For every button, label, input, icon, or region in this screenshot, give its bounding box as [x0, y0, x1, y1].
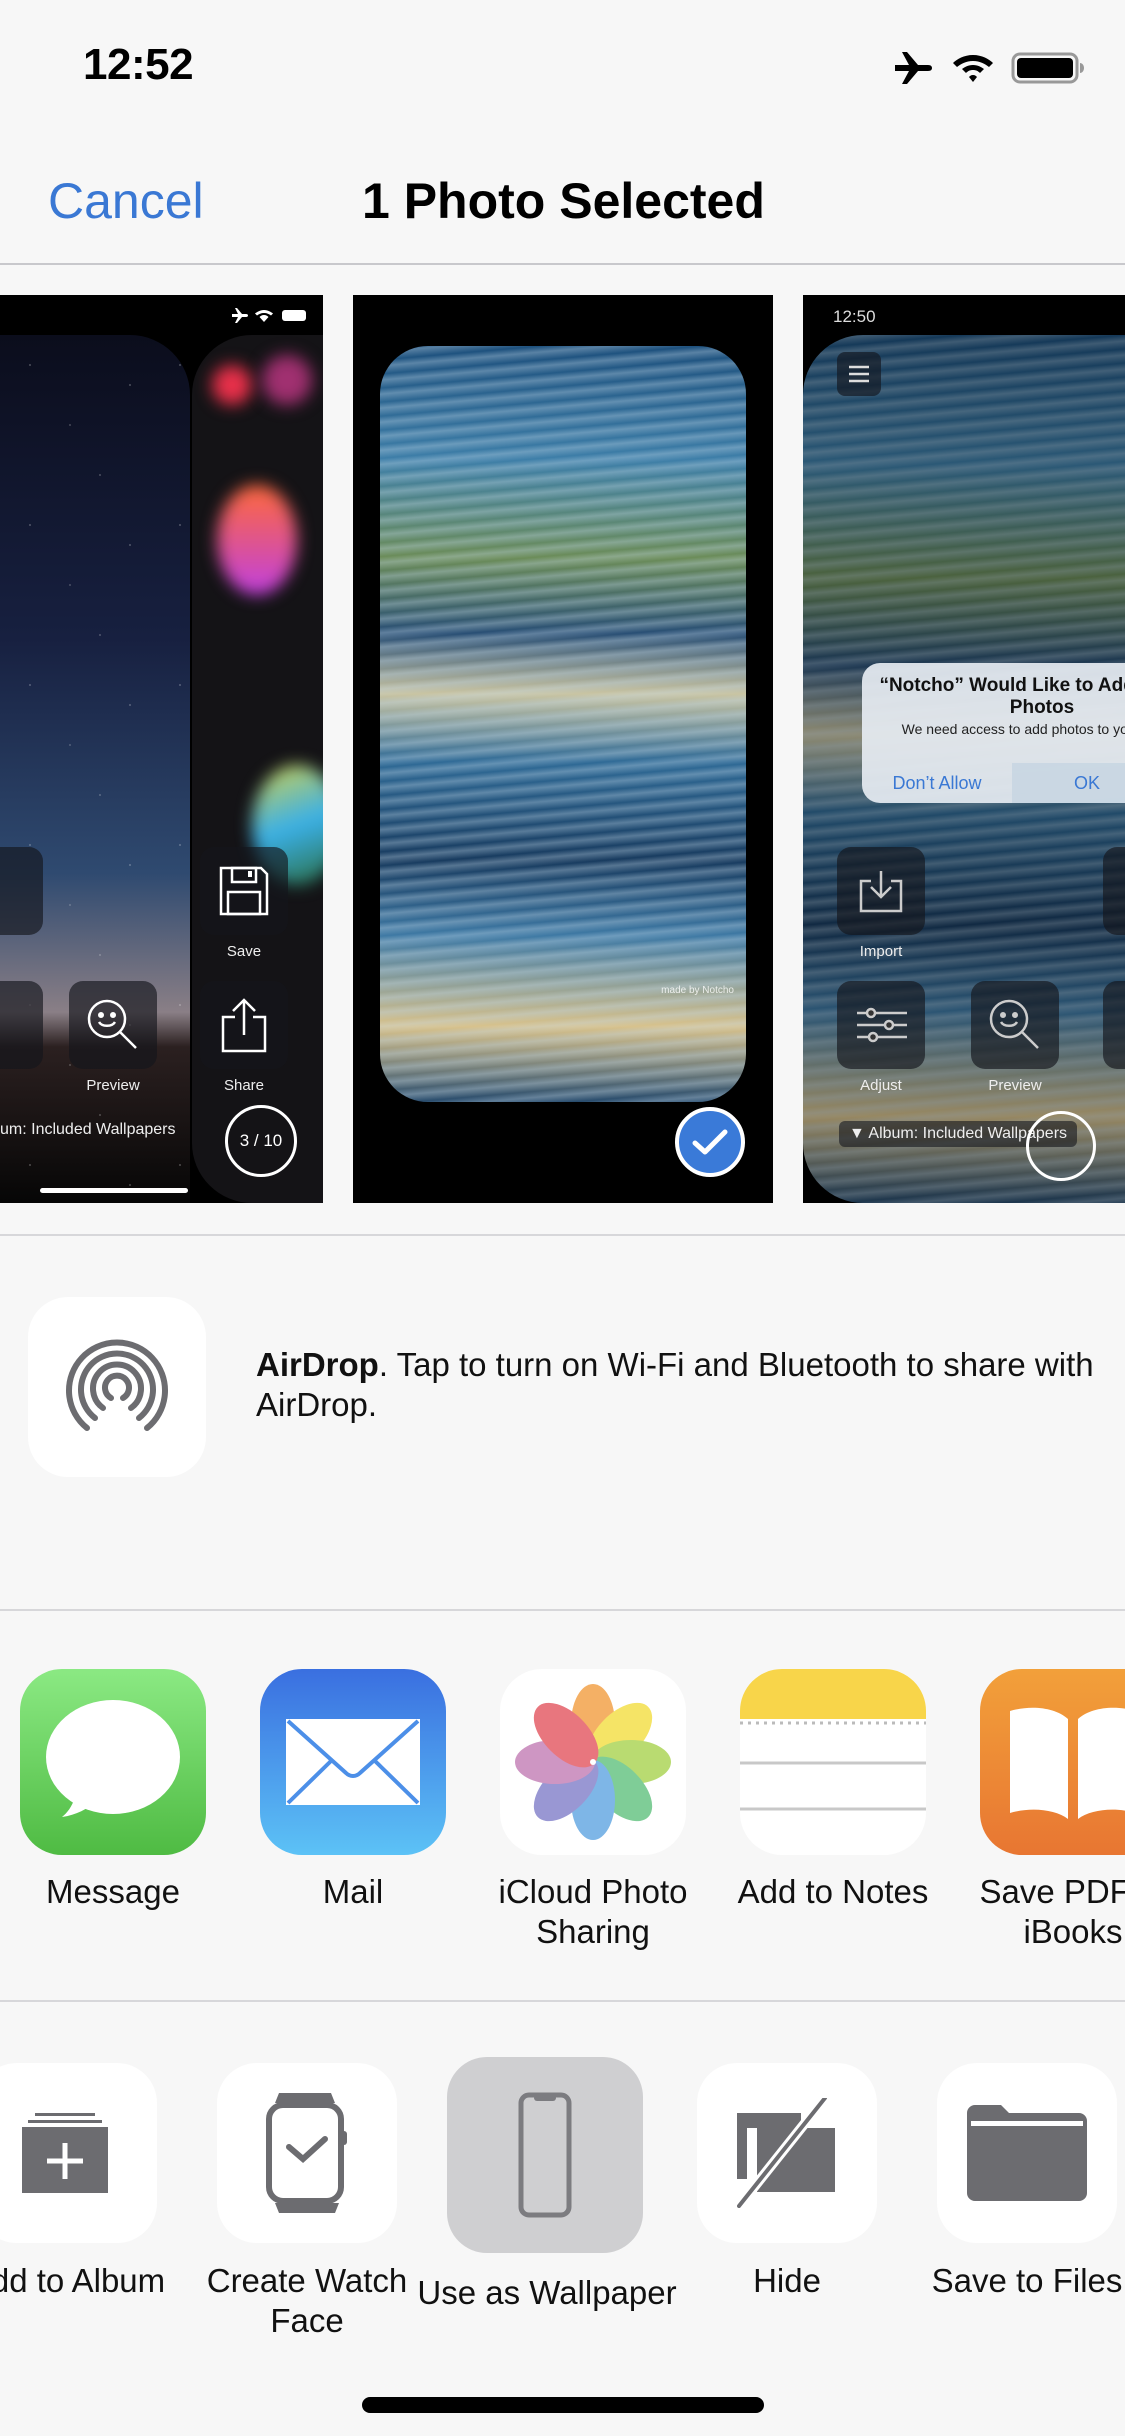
overlay-button — [0, 981, 43, 1069]
overlay-label: Import — [859, 943, 903, 960]
overlay-label: Preview — [988, 1077, 1042, 1094]
watch-icon — [266, 2093, 347, 2213]
preview-overlay-button — [69, 981, 157, 1069]
watch-tile — [217, 2063, 397, 2243]
overlay-button — [1103, 981, 1125, 1069]
action-label: Save to Files — [931, 2262, 1123, 2299]
divider — [0, 2000, 1125, 2002]
overlay-button — [1103, 847, 1125, 935]
wifi-icon — [951, 51, 995, 85]
share-app-label: Save PDF to iBooks — [979, 1873, 1125, 1950]
action-label: Add to Album — [0, 2262, 166, 2299]
action-label: Use as Wallpaper — [417, 2274, 677, 2311]
messages-icon — [20, 1669, 206, 1855]
cancel-button[interactable]: Cancel — [48, 172, 204, 230]
dont-allow-button: Don’t Allow — [892, 772, 982, 793]
photo-thumbnail-selected[interactable]: made by Notcho — [353, 295, 773, 1203]
selected-checkmark[interactable] — [675, 1107, 745, 1177]
share-app-label: Mail — [322, 1873, 384, 1910]
hide-tile — [697, 2063, 877, 2243]
import-icon — [859, 871, 903, 913]
share-app-label: Message — [46, 1873, 180, 1910]
sliders-icon — [857, 1007, 907, 1043]
photo-counter-ring — [1026, 1111, 1096, 1181]
airdrop-section[interactable]: AirDrop. Tap to turn on Wi-Fi and Blueto… — [0, 1237, 1125, 1609]
airdrop-button[interactable] — [28, 1297, 206, 1477]
share-actions-row[interactable]: Add to Album Create Watch Face Use as Wa… — [0, 2003, 1125, 2383]
home-indicator[interactable] — [362, 2397, 764, 2413]
action-label: Create Watch Face — [206, 2262, 408, 2339]
share-overlay-button — [200, 981, 288, 1069]
divider — [0, 1234, 1125, 1236]
menu-icon — [837, 352, 881, 396]
divider — [0, 1609, 1125, 1611]
overlay-label: Preview — [86, 1077, 140, 1094]
phone-icon — [518, 2092, 572, 2218]
airdrop-description: AirDrop. Tap to turn on Wi-Fi and Blueto… — [256, 1345, 1096, 1425]
bokeh-image — [192, 335, 323, 1203]
album-label: um: Included Wallpapers — [0, 1121, 176, 1138]
mini-status-time: 12:50 — [833, 307, 876, 326]
floppy-disk-icon — [219, 866, 269, 916]
photo-thumbnail[interactable]: 12:50 “Notcho” Would Like to Add to your… — [803, 295, 1125, 1203]
photos-icon — [500, 1669, 686, 1855]
photo-thumbnail[interactable]: Preview Save Share um: Included Wallpape… — [0, 295, 323, 1203]
share-apps-row[interactable]: Message Mail iCloud Photo Sharing Add to… — [0, 1612, 1125, 2000]
airdrop-message: . Tap to turn on Wi-Fi and Bluetooth to … — [256, 1346, 1094, 1423]
photo-strip[interactable]: Preview Save Share um: Included Wallpape… — [0, 266, 1125, 1234]
preview-icon — [87, 999, 137, 1049]
overlay-button — [0, 847, 43, 935]
preview-icon — [989, 999, 1039, 1049]
import-overlay-button — [837, 847, 925, 935]
permission-dialog: “Notcho” Would Like to Add to your Photo… — [862, 663, 1125, 803]
ibooks-icon — [980, 1669, 1125, 1855]
share-app-label: iCloud Photo Sharing — [498, 1873, 688, 1950]
watermark: made by Notcho — [661, 985, 734, 996]
status-icons — [891, 50, 1085, 86]
battery-icon — [1011, 51, 1085, 85]
starry-sky-image — [0, 335, 190, 1203]
mail-icon — [260, 1669, 446, 1855]
checkmark-icon — [692, 1129, 728, 1155]
page-title: 1 Photo Selected — [362, 173, 765, 229]
add-to-album-icon — [22, 2113, 108, 2193]
dialog-message: We need access to add photos to your lib… — [901, 721, 1125, 737]
save-overlay-button — [200, 847, 288, 935]
files-tile — [937, 2063, 1117, 2243]
airplane-mode-icon — [891, 50, 935, 86]
add-to-album-tile — [0, 2063, 157, 2243]
overlay-label: Share — [223, 1077, 265, 1094]
status-time: 12:52 — [83, 40, 194, 89]
mini-home-indicator — [40, 1188, 188, 1193]
ocean-waves-image: made by Notcho — [380, 346, 746, 1102]
share-app-label: Add to Notes — [737, 1873, 929, 1910]
airdrop-title: AirDrop — [256, 1346, 379, 1383]
airdrop-icon — [66, 1339, 168, 1431]
adjust-overlay-button — [837, 981, 925, 1069]
notes-icon — [740, 1669, 926, 1855]
folder-icon — [967, 2105, 1087, 2201]
share-icon — [221, 998, 267, 1053]
ok-button: OK — [1012, 763, 1125, 803]
overlay-label: Save — [226, 943, 262, 960]
dialog-title: “Notcho” Would Like to Add to your Photo… — [879, 675, 1125, 718]
preview-overlay-button — [971, 981, 1059, 1069]
overlay-label: Adjust — [860, 1077, 902, 1094]
mini-status-icons — [232, 308, 306, 323]
hide-icon — [737, 2098, 835, 2208]
action-label: Hide — [753, 2262, 821, 2299]
photo-counter: 3 / 10 — [225, 1105, 297, 1177]
nav-bar: Cancel 1 Photo Selected — [0, 150, 1125, 265]
wallpaper-tile-pressed — [447, 2057, 643, 2253]
